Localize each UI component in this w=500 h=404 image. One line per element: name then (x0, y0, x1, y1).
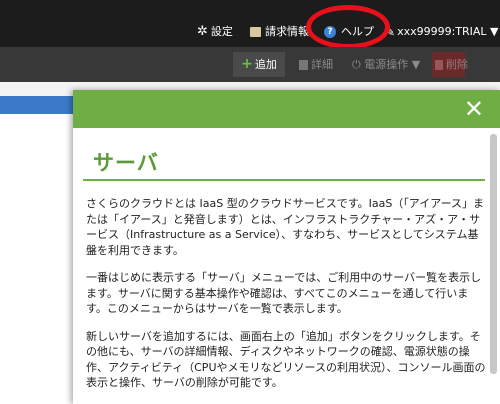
paragraph: 一番はじめに表示する「サーバ」メニューでは、ご利用中のサーバー覧を表示します。サ… (86, 271, 482, 315)
gear-icon: ✲ (197, 24, 208, 39)
add-button[interactable]: + 追加 (233, 52, 285, 77)
detail-label: 詳細 (311, 58, 333, 71)
modal-title: サーバ (93, 151, 159, 175)
delete-label: 削除 (446, 58, 468, 71)
settings-link[interactable]: ✲ 設定 (197, 23, 233, 41)
help-modal: ✕ サーバ さくらのクラウドとは IaaS 型のクラウドサービスです。IaaS（… (73, 90, 500, 404)
modal-body: さくらのクラウドとは IaaS 型のクラウドサービスです。IaaS（「アイアース… (86, 196, 488, 403)
document-icon (299, 60, 308, 70)
user-label: xxx99999:TRIAL ▼ (397, 25, 499, 38)
power-icon: ⏻ (352, 58, 365, 71)
power-label: 電源操作 ▼ (364, 58, 421, 71)
modal-scrollbar[interactable] (490, 134, 497, 374)
action-toolbar: + 追加 詳細 ⏻ 電源操作 ▼ 削除 (0, 47, 500, 82)
trash-icon (435, 60, 443, 70)
add-label: 追加 (254, 58, 277, 71)
paragraph: 新しいサーバを追加するには、画面右上の「追加」ボタンをクリックします。その他にも… (86, 329, 486, 390)
modal-header: ✕ (73, 90, 500, 128)
title-divider (83, 179, 485, 181)
help-highlight-circle (306, 5, 390, 49)
plus-icon: + (241, 56, 253, 72)
close-button[interactable]: ✕ (464, 94, 484, 124)
detail-button[interactable]: 詳細 (299, 52, 333, 77)
invoice-label: 請求情報 (265, 25, 309, 38)
invoice-icon (250, 27, 261, 37)
top-header: ✲ 設定 請求情報 ? ヘルプ ✎ xxx99999:TRIAL ▼ (0, 0, 500, 47)
paragraph: さくらのクラウドとは IaaS 型のクラウドサービスです。IaaS（「アイアース… (86, 197, 485, 257)
delete-button[interactable]: 削除 (432, 52, 468, 77)
power-button[interactable]: ⏻ 電源操作 ▼ (352, 52, 420, 77)
user-menu[interactable]: ✎ xxx99999:TRIAL ▼ (385, 23, 499, 41)
invoice-link[interactable]: 請求情報 (250, 23, 309, 41)
settings-label: 設定 (210, 25, 233, 38)
